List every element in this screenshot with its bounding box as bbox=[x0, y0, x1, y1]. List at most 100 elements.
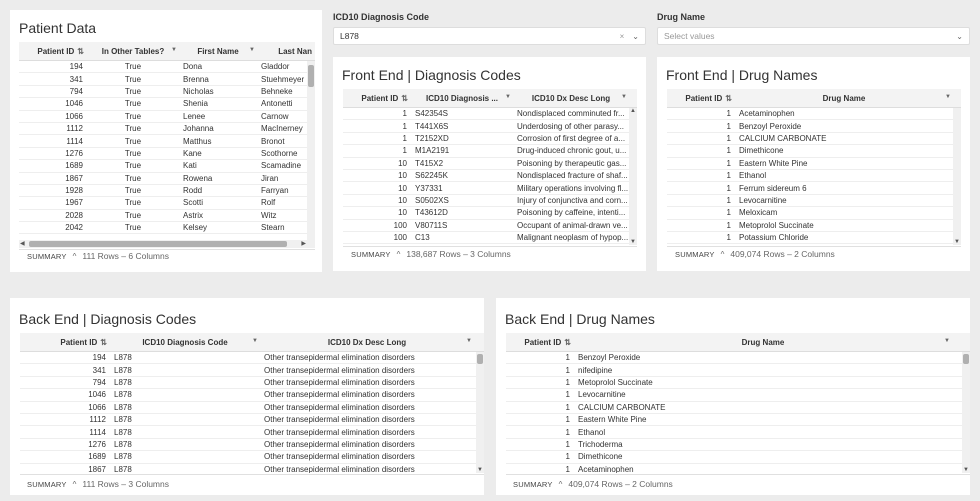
table-row[interactable]: 10 T43612D Poisoning by caffeine, intenti.… bbox=[343, 207, 637, 220]
table-row[interactable]: 194 True Dona Gladdor bbox=[19, 61, 315, 74]
sort-icon[interactable]: ⇅ bbox=[564, 338, 571, 347]
table-row[interactable]: 10 T415X2 Poisoning by therapeutic gas... bbox=[343, 158, 637, 170]
horizontal-scrollbar[interactable]: ◀ ▶ bbox=[19, 240, 307, 248]
drug-filter-select[interactable]: Select values ⌄ bbox=[657, 27, 970, 45]
scrollbar-thumb[interactable] bbox=[308, 65, 314, 87]
scrollbar-thumb[interactable] bbox=[963, 354, 969, 364]
table-row[interactable]: 1276 True Kane Scothorne bbox=[19, 148, 315, 161]
table-row[interactable]: 1 Dimethicone bbox=[506, 451, 970, 464]
table-row[interactable]: 1 Acetaminophen bbox=[667, 108, 961, 121]
vertical-scrollbar[interactable]: ▼ bbox=[953, 108, 961, 245]
dropdown-icon[interactable]: ▼ bbox=[621, 94, 627, 100]
table-row[interactable]: 1689 True Kati Scamadine bbox=[19, 160, 315, 173]
table-row[interactable]: 1867 True Rowena Jiran bbox=[19, 173, 315, 185]
table-row[interactable]: 1 Meloxicam bbox=[667, 207, 961, 220]
scroll-down-icon[interactable]: ▼ bbox=[629, 239, 637, 245]
summary-toggle[interactable]: SUMMARY bbox=[513, 480, 553, 489]
scroll-up-icon[interactable]: ▲ bbox=[629, 108, 637, 114]
vertical-scrollbar[interactable]: ▼ bbox=[307, 61, 315, 248]
table-row[interactable]: 1 Acetaminophen bbox=[506, 464, 970, 473]
table-row[interactable]: 1114 True Matthus Bronot bbox=[19, 135, 315, 148]
dropdown-icon[interactable]: ▼ bbox=[171, 47, 177, 53]
table-row[interactable]: 100 C13 Malignant neoplasm of hypop... bbox=[343, 232, 637, 245]
table-row[interactable]: 1066 L878 Other transepidermal elimination… bbox=[20, 402, 484, 414]
dropdown-icon[interactable]: ▼ bbox=[252, 338, 258, 344]
caret-up-icon[interactable]: ^ bbox=[397, 250, 401, 259]
table-row[interactable]: 1 Levocarnitine bbox=[667, 195, 961, 208]
table-row[interactable]: 1 T2152XD Corrosion of first degree of a..… bbox=[343, 133, 637, 146]
table-row[interactable]: 1 Eastern White Pine bbox=[667, 158, 961, 170]
table-row[interactable]: 1 S42354S Nondisplaced comminuted fr... bbox=[343, 108, 637, 121]
table-row[interactable]: 1112 True Johanna MacInerney bbox=[19, 123, 315, 136]
caret-up-icon[interactable]: ^ bbox=[721, 250, 725, 259]
table-row[interactable]: 1 Metoprolol Succinate bbox=[667, 220, 961, 232]
col-header-patient-id[interactable]: Patient ID ⇅ bbox=[19, 47, 87, 56]
table-row[interactable]: 1 Metoprolol Succinate bbox=[506, 377, 970, 390]
sort-icon[interactable]: ⇅ bbox=[100, 338, 107, 347]
table-row[interactable]: 1 T441X6S Underdosing of other parasy... bbox=[343, 120, 637, 133]
table-row[interactable]: 1066 True Lenee Carnow bbox=[19, 111, 315, 123]
caret-up-icon[interactable]: ^ bbox=[73, 480, 77, 489]
scrollbar-thumb[interactable] bbox=[477, 354, 483, 364]
dropdown-icon[interactable]: ▼ bbox=[505, 94, 511, 100]
table-row[interactable]: 1 Dimethicone bbox=[667, 145, 961, 158]
scroll-right-icon[interactable]: ▶ bbox=[301, 240, 306, 247]
table-row[interactable]: 1276 L878 Other transepidermal elimination… bbox=[20, 439, 484, 452]
table-row[interactable]: 10 S62245K Nondisplaced fracture of shaf..… bbox=[343, 170, 637, 183]
vertical-scrollbar[interactable]: ▲ ▼ bbox=[629, 108, 637, 245]
scroll-left-icon[interactable]: ◀ bbox=[20, 240, 25, 247]
col-header-drug-name[interactable]: Drug Name ▼ bbox=[574, 338, 952, 347]
table-row[interactable]: 1114 L878 Other transepidermal elimination… bbox=[20, 426, 484, 439]
col-header-first-name[interactable]: First Name ▼ bbox=[179, 47, 257, 56]
table-row[interactable]: 1 Eastern White Pine bbox=[506, 414, 970, 427]
summary-toggle[interactable]: SUMMARY bbox=[675, 250, 715, 259]
table-row[interactable]: 1046 True Shenia Antonetti bbox=[19, 98, 315, 111]
table-row[interactable]: 1112 L878 Other transepidermal elimination… bbox=[20, 414, 484, 427]
clear-icon[interactable]: × bbox=[620, 32, 625, 41]
table-row[interactable]: 1046 L878 Other transepidermal elimination… bbox=[20, 389, 484, 402]
caret-up-icon[interactable]: ^ bbox=[73, 252, 77, 261]
scroll-down-icon[interactable]: ▼ bbox=[953, 239, 961, 245]
summary-toggle[interactable]: SUMMARY bbox=[27, 480, 67, 489]
scroll-down-icon[interactable]: ▼ bbox=[476, 467, 484, 473]
col-header-icd10-diagnosis[interactable]: ICD10 Diagnosis Code ▼ bbox=[110, 338, 260, 347]
table-row[interactable]: 1 CALCIUM CARBONATE bbox=[506, 402, 970, 414]
table-row[interactable]: 1 Ethanol bbox=[506, 426, 970, 439]
table-row[interactable]: 1 Ethanol bbox=[667, 170, 961, 183]
summary-toggle[interactable]: SUMMARY bbox=[351, 250, 391, 259]
sort-icon[interactable]: ⇅ bbox=[725, 94, 732, 103]
col-header-patient-id[interactable]: Patient ID ⇅ bbox=[343, 94, 411, 103]
col-header-last-name[interactable]: Last Nan bbox=[257, 47, 315, 56]
col-header-icd10-diagnosis[interactable]: ICD10 Diagnosis ... ▼ bbox=[411, 94, 513, 103]
table-row[interactable]: 794 True Nicholas Behneke bbox=[19, 86, 315, 99]
table-row[interactable]: 1 Benzoyl Peroxide bbox=[506, 352, 970, 365]
table-row[interactable]: 1 Potassium Chloride bbox=[667, 232, 961, 245]
chevron-down-icon[interactable]: ⌄ bbox=[632, 32, 639, 41]
sort-icon[interactable]: ⇅ bbox=[77, 47, 84, 56]
table-row[interactable]: 2028 True Astrix Witz bbox=[19, 210, 315, 223]
col-header-in-other-tables[interactable]: In Other Tables? ▼ bbox=[87, 47, 179, 56]
table-row[interactable]: 1 nifedipine bbox=[506, 364, 970, 377]
sort-icon[interactable]: ⇅ bbox=[401, 94, 408, 103]
table-row[interactable]: 1 Trichoderma bbox=[506, 439, 970, 452]
col-header-icd10-desc[interactable]: ICD10 Dx Desc Long ▼ bbox=[260, 338, 474, 347]
dropdown-icon[interactable]: ▼ bbox=[466, 338, 472, 344]
table-row[interactable]: 1867 L878 Other transepidermal elimination… bbox=[20, 464, 484, 473]
table-row[interactable]: 100 V80711S Occupant of animal-drawn ve... bbox=[343, 220, 637, 232]
chevron-down-icon[interactable]: ⌄ bbox=[956, 32, 963, 41]
table-row[interactable]: 1 M1A2191 Drug-induced chronic gout, u... bbox=[343, 145, 637, 158]
table-row[interactable]: 1 Benzoyl Peroxide bbox=[667, 120, 961, 133]
table-row[interactable]: 794 L878 Other transepidermal elimination … bbox=[20, 377, 484, 390]
scrollbar-thumb[interactable] bbox=[29, 241, 287, 247]
table-row[interactable]: 10 Y37331 Military operations involving fl… bbox=[343, 182, 637, 195]
table-row[interactable]: 1 Ferrum sidereum 6 bbox=[667, 182, 961, 195]
table-row[interactable]: 1 CALCIUM CARBONATE bbox=[667, 133, 961, 146]
table-row[interactable]: 1928 True Rodd Farryan bbox=[19, 185, 315, 198]
table-row[interactable]: 1689 L878 Other transepidermal elimination… bbox=[20, 451, 484, 464]
table-row[interactable]: 341 True Brenna Stuehmeyer bbox=[19, 73, 315, 86]
summary-toggle[interactable]: SUMMARY bbox=[27, 252, 67, 261]
dropdown-icon[interactable]: ▼ bbox=[249, 47, 255, 53]
vertical-scrollbar[interactable]: ▼ bbox=[476, 352, 484, 473]
dropdown-icon[interactable]: ▼ bbox=[944, 338, 950, 344]
col-header-patient-id[interactable]: Patient ID ⇅ bbox=[20, 338, 110, 347]
